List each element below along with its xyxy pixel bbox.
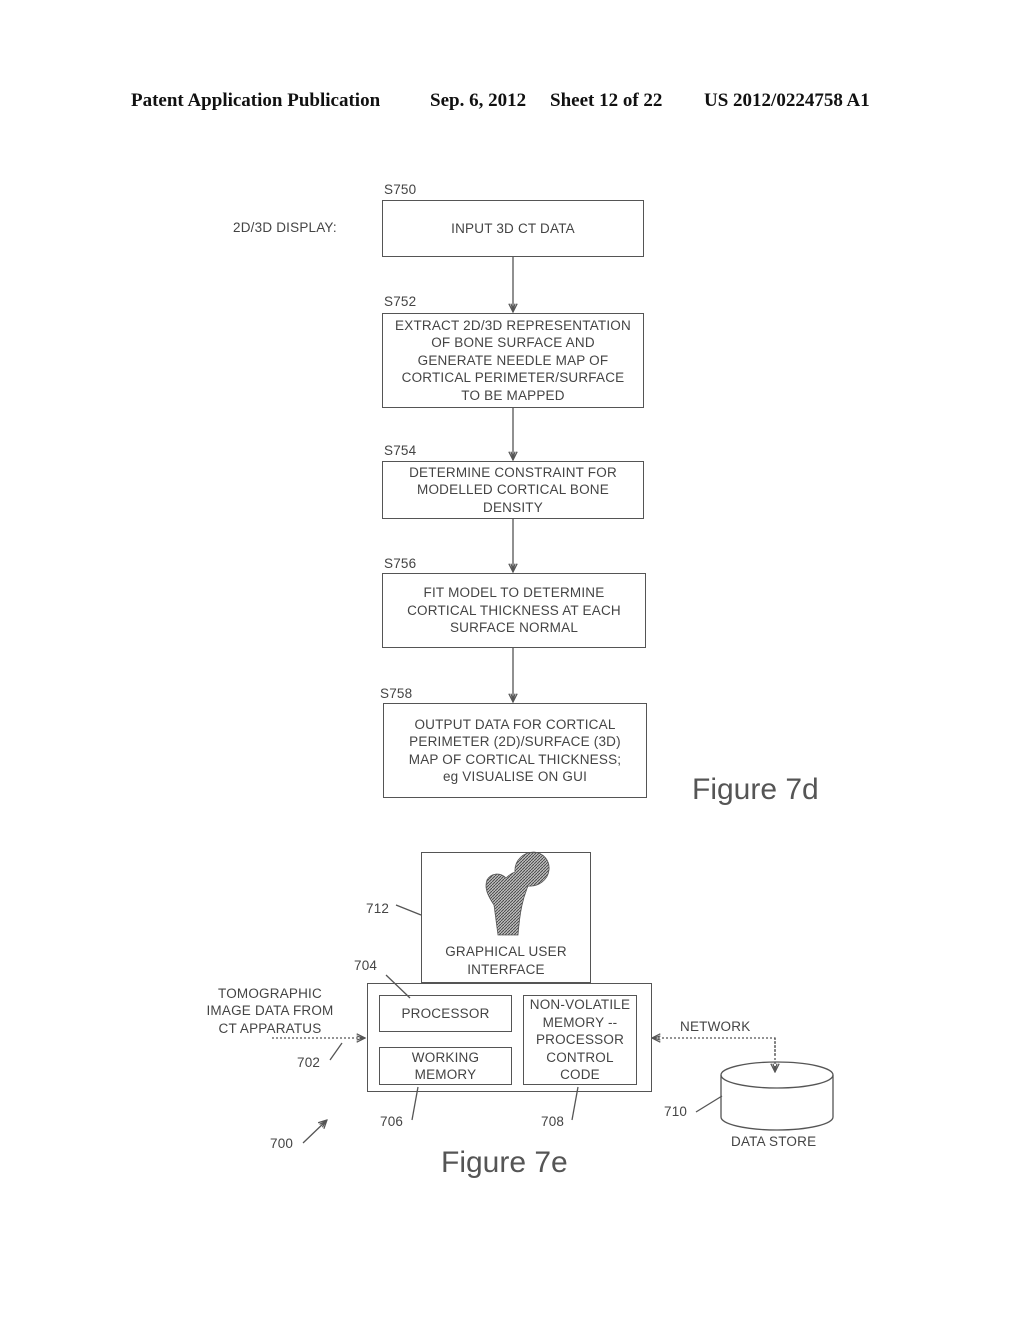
step-box-s752: EXTRACT 2D/3D REPRESENTATION OF BONE SUR… — [382, 313, 644, 408]
ref-702: 702 — [297, 1055, 321, 1070]
leader-700 — [302, 1120, 327, 1144]
working-memory-box: WORKING MEMORY — [379, 1047, 512, 1085]
input-data-label: TOMOGRAPHIC IMAGE DATA FROM CT APPARATUS — [206, 985, 334, 1036]
step-id-s750: S750 — [384, 182, 417, 197]
ref-710: 710 — [664, 1104, 688, 1119]
step-id-s758: S758 — [380, 686, 413, 701]
data-store-label: DATA STORE — [731, 1134, 817, 1149]
ref-708: 708 — [541, 1114, 565, 1129]
connector-lines — [272, 257, 834, 1144]
step-box-s756: FIT MODEL TO DETERMINE CORTICAL THICKNES… — [382, 573, 646, 648]
leader-702 — [329, 1042, 343, 1061]
step-box-s750: INPUT 3D CT DATA — [382, 200, 644, 257]
processor-box: PROCESSOR — [379, 995, 512, 1032]
step-box-s754: DETERMINE CONSTRAINT FOR MODELLED CORTIC… — [382, 461, 644, 519]
data-store-cylinder — [720, 1061, 834, 1131]
step-id-s756: S756 — [384, 556, 417, 571]
step-id-s754: S754 — [384, 443, 417, 458]
step-box-s758: OUTPUT DATA FOR CORTICAL PERIMETER (2D)/… — [383, 703, 647, 798]
ref-706: 706 — [380, 1114, 404, 1129]
ref-712: 712 — [366, 901, 390, 916]
network-label: NETWORK — [680, 1019, 751, 1034]
display-mode-label: 2D/3D DISPLAY: — [233, 220, 337, 235]
leader-710 — [695, 1095, 723, 1113]
non-volatile-memory-box: NON-VOLATILE MEMORY -- PROCESSOR CONTROL… — [523, 995, 637, 1085]
step-id-s752: S752 — [384, 294, 417, 309]
leader-712 — [395, 904, 422, 916]
arrow-network — [652, 1038, 776, 1055]
figure-7e-caption: Figure 7e — [441, 1146, 568, 1179]
gui-box: GRAPHICAL USER INTERFACE — [421, 852, 591, 983]
figure-7d-caption: Figure 7d — [692, 773, 819, 806]
ref-700: 700 — [270, 1136, 294, 1151]
ref-704: 704 — [354, 958, 378, 973]
